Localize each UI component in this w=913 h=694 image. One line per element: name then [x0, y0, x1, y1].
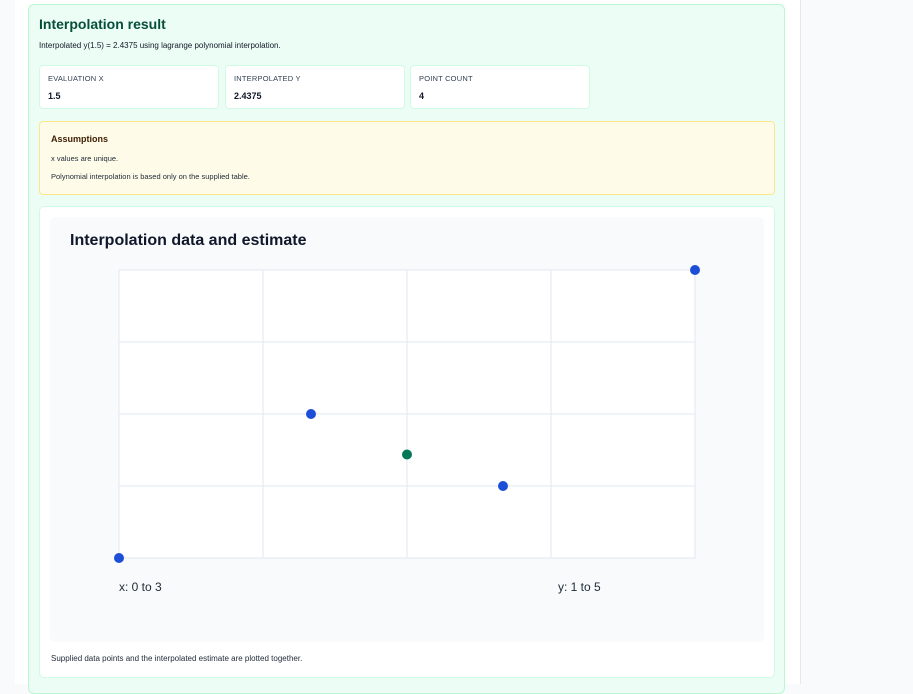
data-point: [114, 553, 124, 563]
data-point: [690, 265, 700, 275]
x-range-label: x: 0 to 3: [119, 580, 162, 594]
y-range-label: y: 1 to 5: [558, 580, 601, 594]
data-point: [306, 409, 316, 419]
estimate-point: [402, 449, 412, 460]
plot-grid: [118, 269, 696, 559]
data-point: [498, 481, 508, 491]
chart-caption: Supplied data points and the interpolate…: [51, 654, 303, 663]
